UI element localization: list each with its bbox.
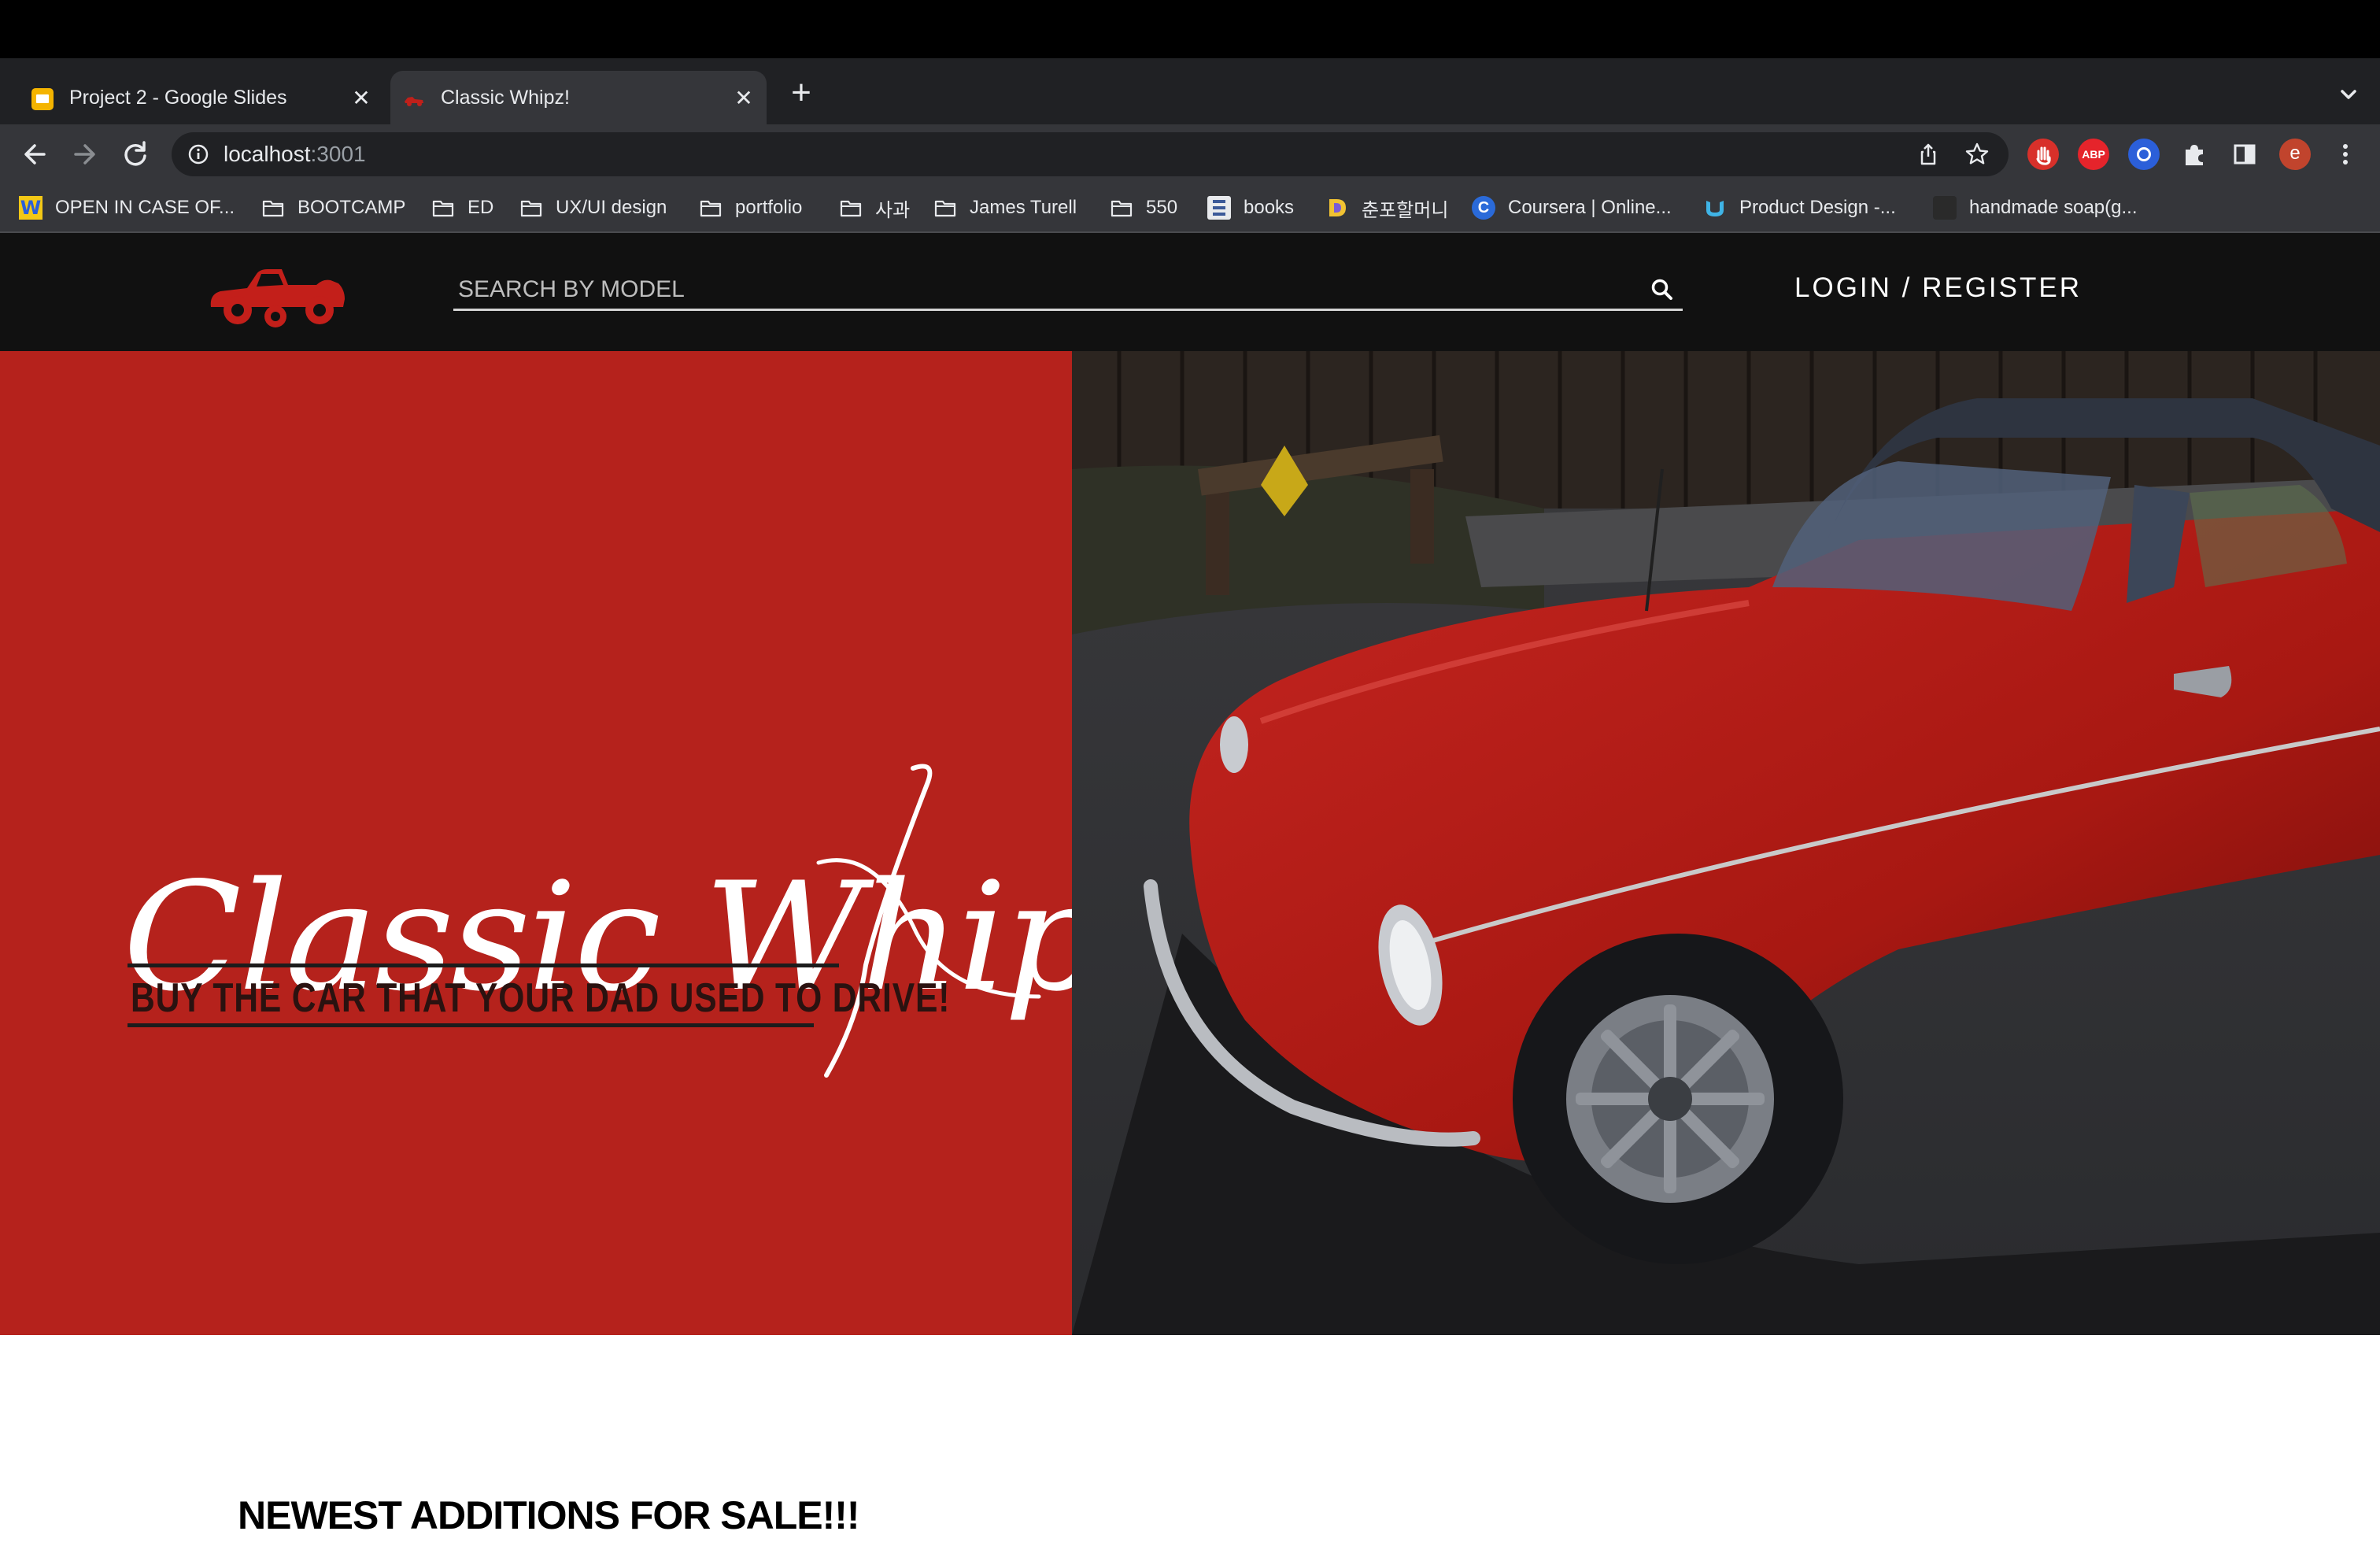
- hero-car-photo: [1072, 351, 2380, 1335]
- folder-icon: [262, 200, 284, 217]
- tagline-bottom-rule: [128, 1023, 814, 1027]
- hero-banner: Classic Whipz BUY THE CAR THAT YOUR DAD …: [0, 351, 2380, 1335]
- red-hand-extension-icon[interactable]: [2027, 139, 2059, 170]
- profile-avatar[interactable]: e: [2279, 139, 2311, 170]
- bookmark-folder-apple[interactable]: 사과: [839, 192, 910, 224]
- browser-tab-strip: Project 2 - Google Slides ✕ Classic Whip…: [0, 58, 2380, 124]
- bookmark-label: portfolio: [735, 197, 803, 218]
- close-tab-icon[interactable]: ✕: [730, 85, 757, 112]
- bookmark-folder-portfolio[interactable]: portfolio: [699, 192, 802, 224]
- close-tab-icon[interactable]: ✕: [348, 85, 375, 112]
- bookmark-open-in-case[interactable]: W OPEN IN CASE OF...: [19, 192, 235, 224]
- tagline-top-rule: [128, 963, 839, 967]
- google-slides-icon: [31, 88, 54, 110]
- search-bar: [453, 271, 1683, 311]
- folder-icon: [840, 200, 862, 217]
- bookmark-coursera[interactable]: C Coursera | Online...: [1472, 192, 1672, 224]
- browser-toolbar: localhost:3001 ABP e: [0, 124, 2380, 184]
- url-text: localhost:3001: [224, 142, 366, 166]
- bookmark-label: 사과: [875, 199, 911, 221]
- red-car-icon: [405, 97, 423, 106]
- bookmark-label: 550: [1146, 197, 1178, 218]
- share-icon[interactable]: [1916, 142, 1941, 167]
- bookmark-grandma[interactable]: 춘포할머니: [1325, 192, 1448, 224]
- bookmark-folder-bootcamp[interactable]: BOOTCAMP: [261, 192, 405, 224]
- d-logo-icon: [1329, 199, 1346, 216]
- web-page: LOGIN / REGISTER Classic Whipz BUY THE C…: [0, 233, 2380, 1546]
- brand-panel: Classic Whipz BUY THE CAR THAT YOUR DAD …: [0, 351, 1182, 1335]
- abp-label: ABP: [2082, 148, 2105, 161]
- bookmark-label: Product Design -...: [1739, 197, 1896, 218]
- folder-icon: [432, 200, 454, 217]
- folder-icon: [700, 200, 722, 217]
- dark-site-icon: [1933, 196, 1957, 220]
- bookmark-label: 춘포할머니: [1362, 199, 1449, 221]
- bookmark-label: UX/UI design: [556, 197, 667, 218]
- address-bar[interactable]: localhost:3001: [172, 132, 2009, 176]
- folder-icon: [1111, 200, 1133, 217]
- screen-top-bar: [0, 0, 2380, 58]
- search-input[interactable]: [458, 274, 1623, 305]
- blue-ring-extension-icon[interactable]: [2128, 139, 2160, 170]
- newest-additions-heading: NEWEST ADDITIONS FOR SALE!!!: [238, 1493, 860, 1537]
- bookmark-label: books: [1244, 197, 1295, 218]
- bookmark-label: James Turell: [970, 197, 1077, 218]
- bookmark-folder-uxui[interactable]: UX/UI design: [519, 192, 667, 224]
- bookmark-folder-550[interactable]: 550: [1110, 192, 1177, 224]
- bookmark-label: OPEN IN CASE OF...: [55, 197, 235, 218]
- bookmark-folder-james-turell[interactable]: James Turell: [933, 192, 1077, 224]
- udacity-icon: [1706, 201, 1724, 216]
- bookmark-label: BOOTCAMP: [298, 197, 406, 218]
- tab-title: Project 2 - Google Slides: [69, 87, 287, 109]
- site-header: LOGIN / REGISTER: [0, 233, 2380, 351]
- bookmark-label: Coursera | Online...: [1508, 197, 1672, 218]
- folder-icon: [520, 200, 542, 217]
- bookmark-star-icon[interactable]: [1964, 142, 1990, 167]
- bookmark-handmade-soap[interactable]: handmade soap(g...: [1933, 192, 2137, 224]
- book-icon: [1207, 196, 1231, 220]
- side-panel-icon[interactable]: [2229, 139, 2260, 170]
- tab-google-slides[interactable]: Project 2 - Google Slides ✕: [19, 71, 384, 124]
- folder-icon: [934, 200, 956, 217]
- coursera-icon: C: [1472, 196, 1495, 220]
- login-register-link[interactable]: LOGIN / REGISTER: [1794, 272, 2082, 304]
- bookmarks-bar: W OPEN IN CASE OF... BOOTCAMP ED UX/UI d…: [0, 184, 2380, 233]
- forward-arrow-icon[interactable]: [66, 135, 104, 173]
- profile-initial: e: [2289, 142, 2301, 164]
- tab-classic-whipz[interactable]: Classic Whipz! ✕: [390, 71, 767, 124]
- site-info-icon[interactable]: [187, 143, 209, 165]
- classic-car-logo-icon[interactable]: [206, 255, 349, 331]
- bookmark-label: ED: [468, 197, 494, 218]
- tab-title: Classic Whipz!: [441, 87, 570, 109]
- bookmark-folder-ed[interactable]: ED: [431, 192, 493, 224]
- puzzle-extensions-icon[interactable]: [2179, 139, 2210, 170]
- bookmark-product-design[interactable]: Product Design -...: [1703, 192, 1896, 224]
- new-tab-button[interactable]: +: [782, 76, 820, 113]
- bookmark-label: handmade soap(g...: [1969, 197, 2138, 218]
- reload-icon[interactable]: [116, 135, 154, 173]
- search-icon[interactable]: [1650, 277, 1675, 302]
- tagline: BUY THE CAR THAT YOUR DAD USED TO DRIVE!: [131, 975, 951, 1021]
- bookmark-books[interactable]: books: [1207, 192, 1294, 224]
- tab-search-chevron-icon[interactable]: [2330, 76, 2367, 113]
- adblock-plus-icon[interactable]: ABP: [2078, 139, 2109, 170]
- back-arrow-icon[interactable]: [16, 135, 54, 173]
- red-convertible-car-photo: [1072, 351, 2380, 1335]
- kebab-menu-icon[interactable]: [2330, 139, 2361, 170]
- yellow-w-icon: W: [19, 196, 42, 220]
